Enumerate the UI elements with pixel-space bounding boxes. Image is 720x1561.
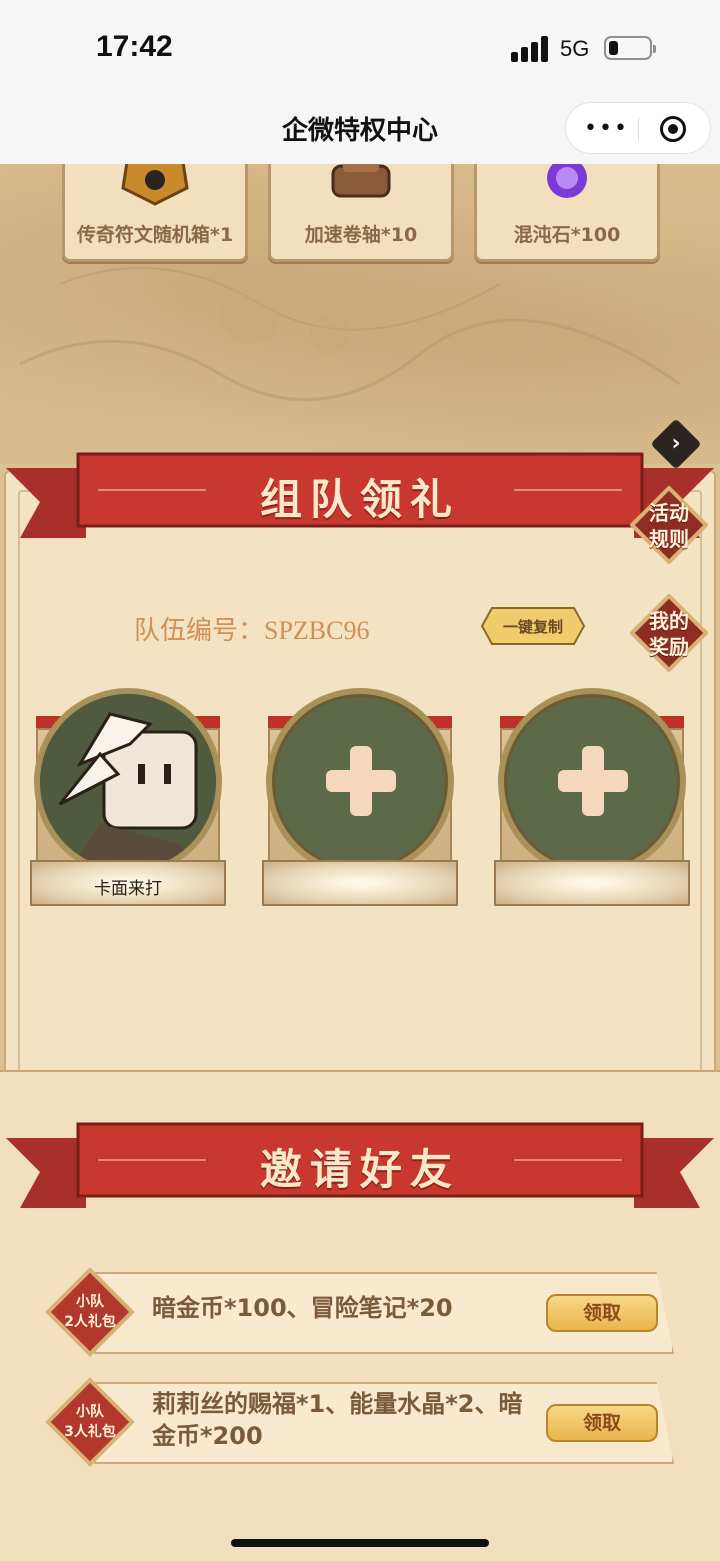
invite-member-slot[interactable] [494, 688, 690, 918]
reward-card: 传奇符文随机箱*1 [62, 164, 248, 262]
rules-label: 活动 规则 [649, 501, 689, 551]
gift-badge: 小队 2人礼包 [44, 1266, 136, 1358]
gift-row: 小队 3人礼包 莉莉丝的赐福*1、能量水晶*2、暗金币*200 领取 [44, 1376, 680, 1468]
member-nameplate [494, 860, 690, 906]
avatar [34, 688, 222, 876]
mini-program-capsule: ••• [565, 102, 711, 154]
reward-label: 混沌石*100 [513, 224, 621, 246]
plus-icon [582, 746, 604, 816]
nav-bar: 企微特权中心 ••• [0, 96, 720, 164]
gift-badge: 小队 3人礼包 [44, 1376, 136, 1468]
character-avatar-icon [40, 694, 216, 870]
reward-label: 传奇符文随机箱*1 [76, 224, 234, 246]
capsule-divider [638, 117, 639, 141]
gift-badge-label: 小队 2人礼包 [64, 1294, 116, 1330]
status-time: 17:42 [96, 30, 173, 63]
gift-description: 暗金币*100、冒险笔记*20 [152, 1294, 453, 1322]
network-label: 5G [560, 36, 590, 61]
more-dots-icon[interactable]: ••• [584, 115, 627, 143]
member-nameplate [262, 860, 458, 906]
battery-icon [604, 36, 656, 60]
copy-label: 一键复制 [502, 618, 563, 636]
invite-member-slot[interactable] [262, 688, 458, 918]
home-indicator [231, 1539, 489, 1547]
copy-code-button[interactable]: 一键复制 [480, 606, 586, 646]
member-nameplate: 卡面来打 [30, 860, 226, 906]
gift-badge-label: 小队 3人礼包 [64, 1404, 116, 1440]
chaos-stone-icon [547, 164, 587, 198]
plus-icon [350, 746, 372, 816]
rules-button[interactable]: 活动 规则 [630, 486, 708, 564]
page-content[interactable]: 传奇符文随机箱*1 加速卷轴*10 混沌石*100 › 组队领礼 活动 规则 我… [0, 164, 720, 1561]
team-banner: 组队领礼 [6, 450, 714, 542]
team-member-slot[interactable]: 卡面来打 [30, 688, 226, 918]
team-code: 队伍编号：SPZBC96 [134, 616, 370, 645]
target-close-icon[interactable] [660, 116, 686, 142]
signal-icon [511, 36, 549, 62]
team-banner-title: 组队领礼 [259, 475, 460, 524]
member-name: 卡面来打 [94, 879, 162, 899]
invite-banner-title: 邀请好友 [259, 1145, 460, 1194]
add-member-circle [266, 688, 454, 876]
rune-box-icon [121, 164, 189, 206]
claim-button[interactable]: 领取 [546, 1404, 658, 1442]
scroll-icon [331, 164, 391, 198]
add-member-circle [498, 688, 686, 876]
claim-button[interactable]: 领取 [546, 1294, 658, 1332]
gift-description: 莉莉丝的赐福*1、能量水晶*2、暗金币*200 [152, 1390, 523, 1450]
my-rewards-label: 我的 奖励 [649, 609, 689, 659]
reward-card: 加速卷轴*10 [268, 164, 454, 262]
status-bar: 17:42 5G [0, 0, 720, 96]
my-rewards-button[interactable]: 我的 奖励 [630, 594, 708, 672]
reward-label: 加速卷轴*10 [304, 224, 418, 246]
battery-fill [609, 41, 618, 55]
gift-row: 小队 2人礼包 暗金币*100、冒险笔记*20 领取 [44, 1266, 680, 1358]
invite-banner: 邀请好友 [6, 1120, 714, 1212]
reward-card: 混沌石*100 [474, 164, 660, 262]
